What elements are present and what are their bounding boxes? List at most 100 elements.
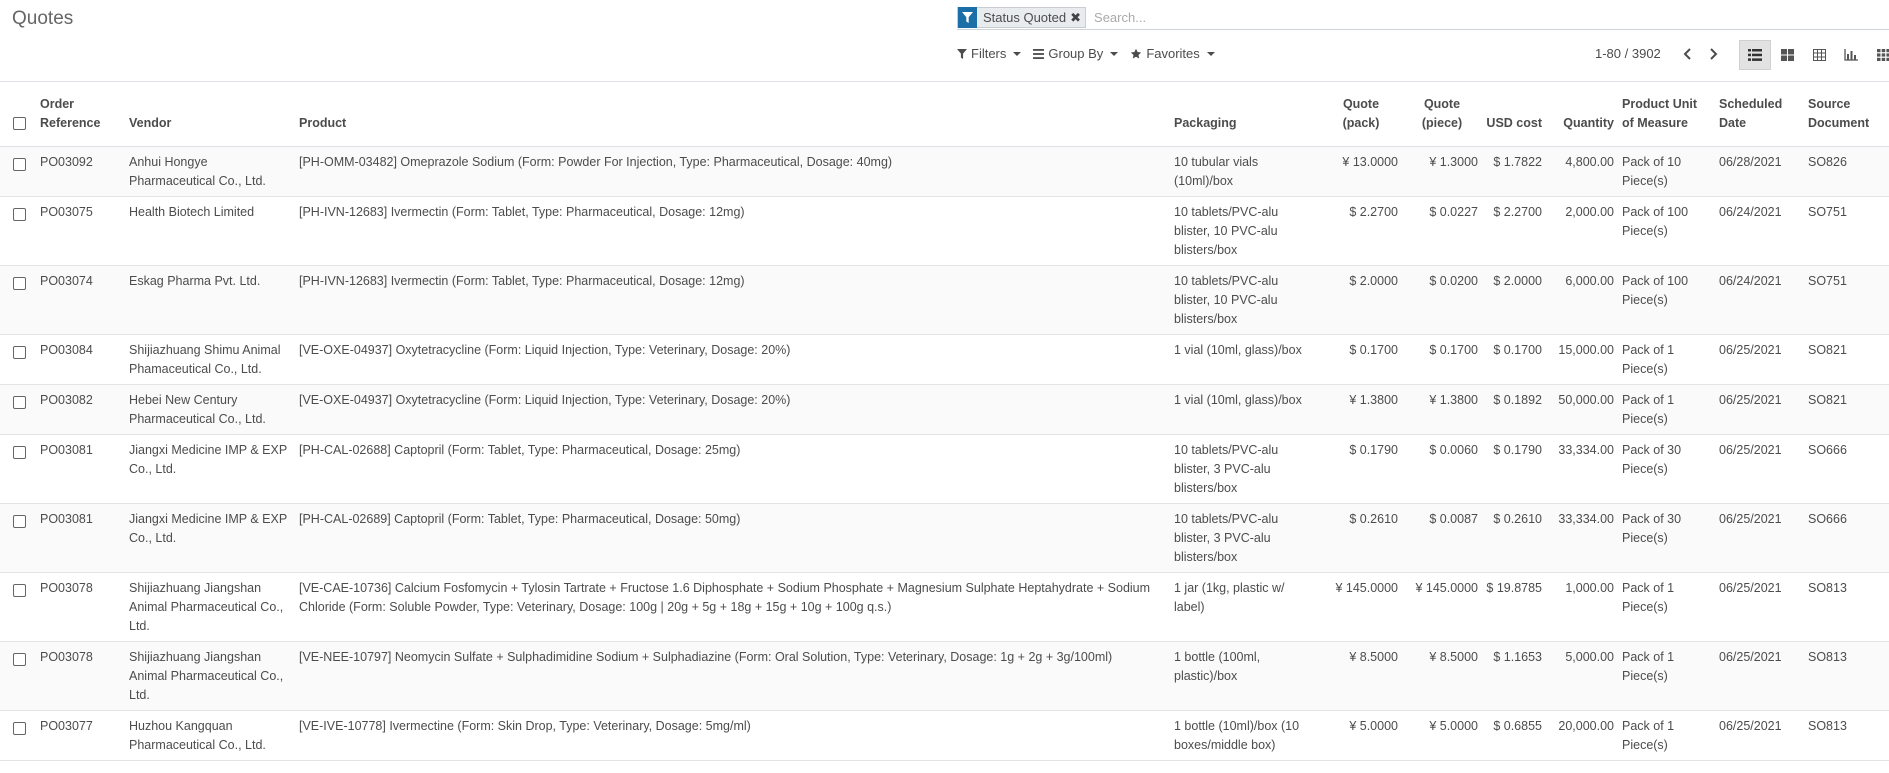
table-body: PO03092 Anhui Hongye Pharmaceutical Co., … — [0, 146, 1889, 761]
group-by-dropdown[interactable]: Group By — [1033, 46, 1119, 61]
row-checkbox[interactable] — [13, 395, 26, 409]
row-checkbox[interactable] — [13, 345, 26, 359]
chevron-right-icon — [1710, 47, 1718, 60]
cell-source-document: SO813 — [1804, 572, 1889, 642]
view-switcher — [1739, 40, 1889, 70]
bars-icon — [1033, 48, 1045, 59]
pager-previous-button[interactable] — [1675, 47, 1701, 60]
cell-vendor: Anhui Hongye Pharmaceutical Co., Ltd. — [125, 146, 295, 197]
search-facet: Status Quoted ✖ — [957, 7, 1087, 28]
cell-source-document: SO813 — [1804, 710, 1889, 761]
table-row[interactable]: PO03092 Anhui Hongye Pharmaceutical Co., … — [0, 146, 1889, 197]
filter-icon — [957, 48, 967, 59]
row-checkbox[interactable] — [13, 445, 26, 459]
favorites-label: Favorites — [1146, 46, 1200, 61]
cell-quantity: 33,334.00 — [1546, 434, 1618, 504]
table-row[interactable]: PO03084 Shijiazhuang Shimu Animal Phamace… — [0, 334, 1889, 385]
col-quote-pack[interactable]: Quote (pack) — [1320, 82, 1402, 147]
cell-usd-cost: $ 19.8785 — [1482, 572, 1546, 642]
col-quote-piece[interactable]: Quote (piece) — [1402, 82, 1482, 147]
table-row[interactable]: PO03078 Shijiazhuang Jiangshan Animal Pha… — [0, 641, 1889, 711]
table-row[interactable]: PO03075 Health Biotech Limited [PH-IVN-126… — [0, 196, 1889, 266]
pager-value[interactable]: 1-80 / 3902 — [1595, 46, 1661, 61]
favorites-dropdown[interactable]: Favorites — [1130, 46, 1215, 61]
col-source-document[interactable]: Source Document — [1804, 82, 1889, 147]
row-checkbox[interactable] — [13, 514, 26, 528]
cell-source-document: SO666 — [1804, 503, 1889, 573]
cell-order-reference: PO03077 — [36, 710, 125, 761]
cell-source-document: SO751 — [1804, 265, 1889, 335]
filters-label: Filters — [971, 46, 1007, 61]
cell-packaging: 1 vial (10ml, glass)/box — [1170, 384, 1320, 435]
cell-scheduled-date: 06/25/2021 — [1715, 641, 1804, 711]
cell-packaging: 10 tablets/PVC-alu blister, 10 PVC-alu b… — [1170, 265, 1320, 335]
row-select-cell — [0, 265, 36, 335]
cell-source-document: SO666 — [1804, 434, 1889, 504]
list-view-button[interactable] — [1739, 40, 1771, 70]
col-scheduled-date[interactable]: Scheduled Date — [1715, 82, 1804, 147]
cell-order-reference: PO03078 — [36, 641, 125, 711]
cell-uom: Pack of 30 Piece(s) — [1618, 503, 1715, 573]
cell-quote-piece: ¥ 5.0000 — [1402, 710, 1482, 761]
cell-uom: Pack of 1 Piece(s) — [1618, 641, 1715, 711]
facet-remove-icon[interactable]: ✖ — [1070, 10, 1085, 26]
table-row[interactable]: PO03081 Jiangxi Medicine IMP & EXP Co., L… — [0, 434, 1889, 504]
col-packaging[interactable]: Packaging — [1170, 82, 1320, 147]
cell-product: [PH-OMM-03482] Omeprazole Sodium (Form: … — [295, 146, 1170, 197]
cell-usd-cost: $ 0.6855 — [1482, 710, 1546, 761]
filters-dropdown[interactable]: Filters — [957, 46, 1022, 61]
cell-product: [VE-NEE-10797] Neomycin Sulfate + Sulpha… — [295, 641, 1170, 711]
cell-quote-piece: ¥ 1.3800 — [1402, 384, 1482, 435]
pager-next-button[interactable] — [1701, 47, 1727, 60]
table-row[interactable]: PO03081 Jiangxi Medicine IMP & EXP Co., L… — [0, 503, 1889, 573]
cell-quantity: 15,000.00 — [1546, 334, 1618, 385]
caret-down-icon — [1013, 51, 1022, 56]
cell-packaging: 10 tablets/PVC-alu blister, 3 PVC-alu bl… — [1170, 434, 1320, 504]
search-input[interactable] — [1092, 9, 1889, 26]
cell-usd-cost: $ 0.1892 — [1482, 384, 1546, 435]
table-row[interactable]: PO03078 Shijiazhuang Jiangshan Animal Pha… — [0, 572, 1889, 642]
cell-uom: Pack of 1 Piece(s) — [1618, 384, 1715, 435]
select-all-checkbox[interactable] — [13, 117, 26, 131]
kanban-view-button[interactable] — [1771, 40, 1803, 70]
row-checkbox[interactable] — [13, 276, 26, 290]
row-checkbox[interactable] — [13, 207, 26, 221]
row-checkbox[interactable] — [13, 583, 26, 597]
star-icon — [1131, 48, 1142, 59]
grid-view-button[interactable] — [1867, 40, 1889, 70]
cell-scheduled-date: 06/25/2021 — [1715, 710, 1804, 761]
caret-down-icon — [1110, 51, 1119, 56]
cell-packaging: 10 tablets/PVC-alu blister, 10 PVC-alu b… — [1170, 196, 1320, 266]
row-checkbox[interactable] — [13, 721, 26, 735]
col-product[interactable]: Product — [295, 82, 1170, 147]
col-uom[interactable]: Product Unit of Measure — [1618, 82, 1715, 147]
cell-quote-pack: ¥ 8.5000 — [1320, 641, 1402, 711]
row-checkbox[interactable] — [13, 157, 26, 171]
cell-quote-piece: ¥ 8.5000 — [1402, 641, 1482, 711]
table-row[interactable]: PO03082 Hebei New Century Pharmaceutical … — [0, 384, 1889, 435]
cell-vendor: Shijiazhuang Jiangshan Animal Pharmaceut… — [125, 641, 295, 711]
graph-view-button[interactable] — [1835, 40, 1867, 70]
col-order-reference[interactable]: Order Reference — [36, 82, 125, 147]
row-select-cell — [0, 196, 36, 266]
col-quantity[interactable]: Quantity — [1546, 82, 1618, 147]
cell-order-reference: PO03075 — [36, 196, 125, 266]
cell-quote-pack: $ 0.1700 — [1320, 334, 1402, 385]
cell-order-reference: PO03078 — [36, 572, 125, 642]
search-options: Filters Group By Favorites — [957, 46, 1215, 61]
cell-uom: Pack of 100 Piece(s) — [1618, 265, 1715, 335]
cell-order-reference: PO03082 — [36, 384, 125, 435]
table-row[interactable]: PO03074 Eskag Pharma Pvt. Ltd. [PH-IVN-126… — [0, 265, 1889, 335]
cell-scheduled-date: 06/25/2021 — [1715, 384, 1804, 435]
pivot-view-button[interactable] — [1803, 40, 1835, 70]
cell-usd-cost: $ 0.1700 — [1482, 334, 1546, 385]
row-select-cell — [0, 334, 36, 385]
cell-source-document: SO813 — [1804, 641, 1889, 711]
row-checkbox[interactable] — [13, 652, 26, 666]
pivot-icon — [1812, 49, 1826, 61]
cell-vendor: Shijiazhuang Jiangshan Animal Pharmaceut… — [125, 572, 295, 642]
table-row[interactable]: PO03077 Huzhou Kangquan Pharmaceutical Co… — [0, 710, 1889, 761]
col-usd-cost[interactable]: USD cost — [1482, 82, 1546, 147]
col-vendor[interactable]: Vendor — [125, 82, 295, 147]
cell-order-reference: PO03081 — [36, 503, 125, 573]
